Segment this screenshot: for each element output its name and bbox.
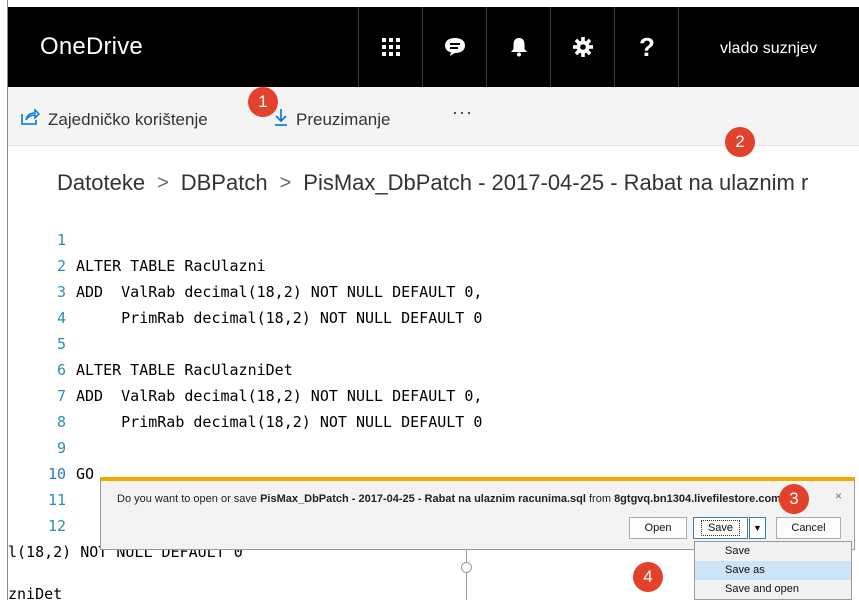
code-text: ADD ValRab decimal(18,2) NOT NULL DEFAUL…: [76, 283, 483, 301]
code-text: ADD ValRab decimal(18,2) NOT NULL DEFAUL…: [76, 387, 483, 405]
line-number: 11: [47, 491, 66, 509]
onedrive-header: OneDrive ? vlado suznjev: [8, 7, 859, 87]
user-name[interactable]: vlado suznjev: [720, 40, 817, 58]
close-icon[interactable]: ×: [835, 489, 842, 503]
browser-content: OneDrive ? vlado suznjev Zajedničko kori…: [0, 0, 859, 600]
open-button[interactable]: Open: [629, 517, 687, 539]
download-source: 8gtgvq.bn1304.livefilestore.com: [614, 493, 781, 505]
code-text: PrimRab decimal(18,2) NOT NULL DEFAULT 0: [76, 309, 483, 327]
download-prompt-text: Do you want to open or save PisMax_DbPat…: [117, 493, 787, 505]
line-number: 3: [56, 283, 66, 301]
cancel-button[interactable]: Cancel: [776, 517, 841, 539]
code-line: 3 ADD ValRab decimal(18,2) NOT NULL DEFAU…: [40, 279, 482, 305]
app-launcher-icon[interactable]: [358, 7, 423, 87]
breadcrumb: Datoteke > DBPatch > PisMax_DbPatch - 20…: [57, 170, 808, 196]
menu-item-save[interactable]: Save: [695, 542, 851, 561]
save-button-label: Save: [700, 520, 741, 536]
line-number: 5: [56, 335, 66, 353]
gear-icon[interactable]: [550, 7, 615, 87]
code-line: 4 PrimRab decimal(18,2) NOT NULL DEFAULT…: [40, 305, 482, 331]
annotation-badge-4: 4: [633, 562, 663, 592]
splitter-line[interactable]: [466, 548, 467, 600]
code-line: 2 ALTER TABLE RacUlazni: [40, 253, 482, 279]
annotation-badge-1: 1: [248, 87, 278, 117]
partial-code-text: zniDet: [8, 585, 63, 600]
save-button[interactable]: Save: [693, 517, 748, 539]
download-icon: [274, 108, 288, 131]
code-line: 1: [40, 227, 482, 253]
download-button[interactable]: Preuzimanje: [274, 108, 391, 131]
breadcrumb-item-files[interactable]: Datoteke: [57, 170, 145, 196]
line-number: 6: [56, 361, 66, 379]
help-icon[interactable]: ?: [614, 7, 679, 87]
code-text: ALTER TABLE RacUlazniDet: [76, 361, 293, 379]
download-file-name: PisMax_DbPatch - 2017-04-25 - Rabat na u…: [260, 493, 586, 505]
screenshot-border: [0, 0, 8, 600]
code-text: GO: [76, 465, 95, 483]
line-number: 7: [56, 387, 66, 405]
splitter-handle[interactable]: [461, 562, 472, 573]
code-line: 6 ALTER TABLE RacUlazniDet: [40, 357, 482, 383]
app-title[interactable]: OneDrive: [40, 33, 143, 61]
save-options-menu: Save Save as Save and open: [694, 541, 852, 600]
code-text: PrimRab decimal(18,2) NOT NULL DEFAULT 0: [76, 413, 483, 431]
bell-icon[interactable]: [486, 7, 551, 87]
code-line: 5: [40, 331, 482, 357]
share-button[interactable]: Zajedničko korištenje: [20, 108, 208, 131]
code-line: 9: [40, 435, 482, 461]
screenshot-border: [0, 0, 859, 7]
line-number: 2: [56, 257, 66, 275]
menu-item-save-as[interactable]: Save as: [695, 561, 851, 580]
download-notification-bar: Do you want to open or save PisMax_DbPat…: [100, 477, 855, 550]
line-number: 4: [56, 309, 66, 327]
line-number: 9: [56, 439, 66, 457]
line-number: 8: [56, 413, 66, 431]
breadcrumb-separator: >: [157, 171, 169, 194]
breadcrumb-item-dbpatch[interactable]: DBPatch: [181, 170, 268, 196]
more-button[interactable]: ···: [452, 102, 473, 123]
chevron-down-icon[interactable]: ▼: [749, 517, 766, 539]
code-line: 8 PrimRab decimal(18,2) NOT NULL DEFAULT…: [40, 409, 482, 435]
line-number: 12: [47, 517, 66, 535]
share-icon: [20, 108, 40, 131]
annotation-badge-2: 2: [725, 127, 755, 157]
download-label: Preuzimanje: [296, 109, 391, 129]
line-number: 10: [47, 465, 66, 483]
menu-item-save-and-open[interactable]: Save and open: [695, 580, 851, 599]
code-text: ALTER TABLE RacUlazni: [76, 257, 266, 275]
code-line: 7 ADD ValRab decimal(18,2) NOT NULL DEFAU…: [40, 383, 482, 409]
line-number: 1: [56, 231, 66, 249]
annotation-badge-3: 3: [779, 484, 809, 514]
breadcrumb-separator: >: [279, 171, 292, 194]
share-label: Zajedničko korištenje: [48, 109, 208, 129]
chat-icon[interactable]: [422, 7, 487, 87]
breadcrumb-item-file: PisMax_DbPatch - 2017-04-25 - Rabat na u…: [303, 170, 809, 195]
